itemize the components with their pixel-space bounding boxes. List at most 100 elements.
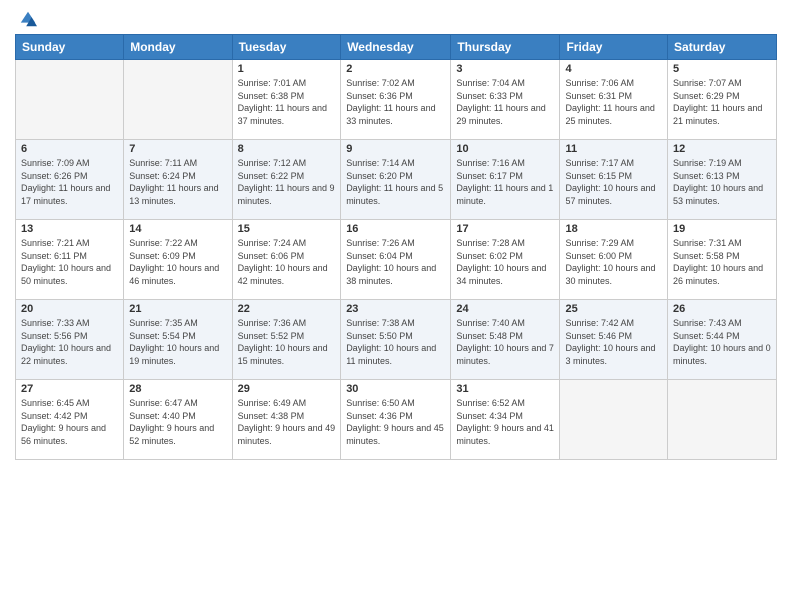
day-info: Sunrise: 7:09 AM Sunset: 6:26 PM Dayligh… (21, 157, 118, 207)
day-number: 26 (673, 303, 771, 315)
day-number: 28 (129, 383, 226, 395)
day-info: Sunrise: 7:17 AM Sunset: 6:15 PM Dayligh… (565, 157, 662, 207)
day-info: Sunrise: 7:40 AM Sunset: 5:48 PM Dayligh… (456, 317, 554, 367)
calendar-cell: 31 Sunrise: 6:52 AM Sunset: 4:34 PM Dayli… (451, 380, 560, 460)
day-info: Sunrise: 7:38 AM Sunset: 5:50 PM Dayligh… (346, 317, 445, 367)
calendar-cell: 18Sunrise: 7:29 AM Sunset: 6:00 PM Dayli… (560, 220, 668, 300)
calendar-cell: 19 Sunrise: 7:31 AM Sunset: 5:58 PM Dayli… (668, 220, 777, 300)
day-number: 30 (346, 383, 445, 395)
weekday-header-wednesday: Wednesday (341, 35, 451, 60)
calendar-cell: 15 Sunrise: 7:24 AM Sunset: 6:06 PM Dayli… (232, 220, 341, 300)
day-info: Sunrise: 7:36 AM Sunset: 5:52 PM Dayligh… (238, 317, 336, 367)
day-number: 17 (456, 223, 554, 235)
day-number: 14 (129, 223, 226, 235)
day-number: 8 (238, 143, 336, 155)
calendar-cell: 13 Sunrise: 7:21 AM Sunset: 6:11 PM Dayli… (16, 220, 124, 300)
day-info: Sunrise: 6:47 AM Sunset: 4:40 PM Dayligh… (129, 397, 226, 447)
day-info: Sunrise: 7:42 AM Sunset: 5:46 PM Dayligh… (565, 317, 662, 367)
weekday-header-monday: Monday (124, 35, 232, 60)
week-row-3: 13 Sunrise: 7:21 AM Sunset: 6:11 PM Dayli… (16, 220, 777, 300)
calendar-cell: 30 Sunrise: 6:50 AM Sunset: 4:36 PM Dayli… (341, 380, 451, 460)
logo-icon (19, 10, 37, 28)
day-number: 7 (129, 143, 226, 155)
day-info: Sunrise: 7:01 AM Sunset: 6:38 PM Dayligh… (238, 77, 336, 127)
calendar-cell: 27 Sunrise: 6:45 AM Sunset: 4:42 PM Dayli… (16, 380, 124, 460)
week-row-4: 20 Sunrise: 7:33 AM Sunset: 5:56 PM Dayli… (16, 300, 777, 380)
calendar-cell: 24Sunrise: 7:40 AM Sunset: 5:48 PM Dayli… (451, 300, 560, 380)
day-info: Sunrise: 6:45 AM Sunset: 4:42 PM Dayligh… (21, 397, 118, 447)
week-row-5: 27 Sunrise: 6:45 AM Sunset: 4:42 PM Dayli… (16, 380, 777, 460)
day-info: Sunrise: 7:02 AM Sunset: 6:36 PM Dayligh… (346, 77, 445, 127)
day-number: 6 (21, 143, 118, 155)
calendar-cell: 1 Sunrise: 7:01 AM Sunset: 6:38 PM Daylig… (232, 60, 341, 140)
weekday-header-thursday: Thursday (451, 35, 560, 60)
day-number: 16 (346, 223, 445, 235)
day-info: Sunrise: 7:33 AM Sunset: 5:56 PM Dayligh… (21, 317, 118, 367)
day-number: 4 (565, 63, 662, 75)
calendar-cell: 17 Sunrise: 7:28 AM Sunset: 6:02 PM Dayli… (451, 220, 560, 300)
day-number: 1 (238, 63, 336, 75)
calendar-cell: 28 Sunrise: 6:47 AM Sunset: 4:40 PM Dayli… (124, 380, 232, 460)
day-info: Sunrise: 7:14 AM Sunset: 6:20 PM Dayligh… (346, 157, 445, 207)
day-info: Sunrise: 7:22 AM Sunset: 6:09 PM Dayligh… (129, 237, 226, 287)
day-number: 31 (456, 383, 554, 395)
day-number: 27 (21, 383, 118, 395)
calendar-cell: 6 Sunrise: 7:09 AM Sunset: 6:26 PM Daylig… (16, 140, 124, 220)
day-info: Sunrise: 7:11 AM Sunset: 6:24 PM Dayligh… (129, 157, 226, 207)
day-number: 11 (565, 143, 662, 155)
day-info: Sunrise: 7:24 AM Sunset: 6:06 PM Dayligh… (238, 237, 336, 287)
day-info: Sunrise: 7:06 AM Sunset: 6:31 PM Dayligh… (565, 77, 662, 127)
day-number: 13 (21, 223, 118, 235)
calendar-cell: 3 Sunrise: 7:04 AM Sunset: 6:33 PM Daylig… (451, 60, 560, 140)
day-info: Sunrise: 7:21 AM Sunset: 6:11 PM Dayligh… (21, 237, 118, 287)
calendar-cell: 2 Sunrise: 7:02 AM Sunset: 6:36 PM Daylig… (341, 60, 451, 140)
calendar-cell: 12Sunrise: 7:19 AM Sunset: 6:13 PM Dayli… (668, 140, 777, 220)
day-info: Sunrise: 6:50 AM Sunset: 4:36 PM Dayligh… (346, 397, 445, 447)
calendar-cell: 16 Sunrise: 7:26 AM Sunset: 6:04 PM Dayli… (341, 220, 451, 300)
weekday-header-saturday: Saturday (668, 35, 777, 60)
day-info: Sunrise: 6:52 AM Sunset: 4:34 PM Dayligh… (456, 397, 554, 447)
calendar-cell: 22 Sunrise: 7:36 AM Sunset: 5:52 PM Dayli… (232, 300, 341, 380)
day-info: Sunrise: 7:07 AM Sunset: 6:29 PM Dayligh… (673, 77, 771, 127)
day-info: Sunrise: 7:12 AM Sunset: 6:22 PM Dayligh… (238, 157, 336, 207)
day-number: 10 (456, 143, 554, 155)
week-row-2: 6 Sunrise: 7:09 AM Sunset: 6:26 PM Daylig… (16, 140, 777, 220)
day-number: 22 (238, 303, 336, 315)
day-number: 9 (346, 143, 445, 155)
day-info: Sunrise: 7:29 AM Sunset: 6:00 PM Dayligh… (565, 237, 662, 287)
calendar-cell: 5Sunrise: 7:07 AM Sunset: 6:29 PM Daylig… (668, 60, 777, 140)
calendar-cell: 20 Sunrise: 7:33 AM Sunset: 5:56 PM Dayli… (16, 300, 124, 380)
calendar-cell: 14 Sunrise: 7:22 AM Sunset: 6:09 PM Dayli… (124, 220, 232, 300)
day-info: Sunrise: 7:28 AM Sunset: 6:02 PM Dayligh… (456, 237, 554, 287)
day-info: Sunrise: 7:35 AM Sunset: 5:54 PM Dayligh… (129, 317, 226, 367)
day-number: 12 (673, 143, 771, 155)
header (15, 10, 777, 28)
calendar: SundayMondayTuesdayWednesdayThursdayFrid… (15, 34, 777, 460)
calendar-cell: 7 Sunrise: 7:11 AM Sunset: 6:24 PM Daylig… (124, 140, 232, 220)
calendar-cell: 8 Sunrise: 7:12 AM Sunset: 6:22 PM Daylig… (232, 140, 341, 220)
calendar-cell: 26Sunrise: 7:43 AM Sunset: 5:44 PM Dayli… (668, 300, 777, 380)
day-info: Sunrise: 7:26 AM Sunset: 6:04 PM Dayligh… (346, 237, 445, 287)
calendar-cell: 29 Sunrise: 6:49 AM Sunset: 4:38 PM Dayli… (232, 380, 341, 460)
calendar-cell (560, 380, 668, 460)
day-number: 25 (565, 303, 662, 315)
day-info: Sunrise: 7:31 AM Sunset: 5:58 PM Dayligh… (673, 237, 771, 287)
weekday-header-row: SundayMondayTuesdayWednesdayThursdayFrid… (16, 35, 777, 60)
day-number: 23 (346, 303, 445, 315)
day-info: Sunrise: 6:49 AM Sunset: 4:38 PM Dayligh… (238, 397, 336, 447)
day-number: 15 (238, 223, 336, 235)
day-number: 29 (238, 383, 336, 395)
day-number: 19 (673, 223, 771, 235)
day-info: Sunrise: 7:04 AM Sunset: 6:33 PM Dayligh… (456, 77, 554, 127)
calendar-cell: 9 Sunrise: 7:14 AM Sunset: 6:20 PM Daylig… (341, 140, 451, 220)
weekday-header-tuesday: Tuesday (232, 35, 341, 60)
calendar-cell: 11 Sunrise: 7:17 AM Sunset: 6:15 PM Dayli… (560, 140, 668, 220)
day-number: 20 (21, 303, 118, 315)
day-number: 2 (346, 63, 445, 75)
day-number: 3 (456, 63, 554, 75)
weekday-header-sunday: Sunday (16, 35, 124, 60)
calendar-cell (668, 380, 777, 460)
calendar-cell: 21Sunrise: 7:35 AM Sunset: 5:54 PM Dayli… (124, 300, 232, 380)
calendar-cell (16, 60, 124, 140)
day-info: Sunrise: 7:16 AM Sunset: 6:17 PM Dayligh… (456, 157, 554, 207)
